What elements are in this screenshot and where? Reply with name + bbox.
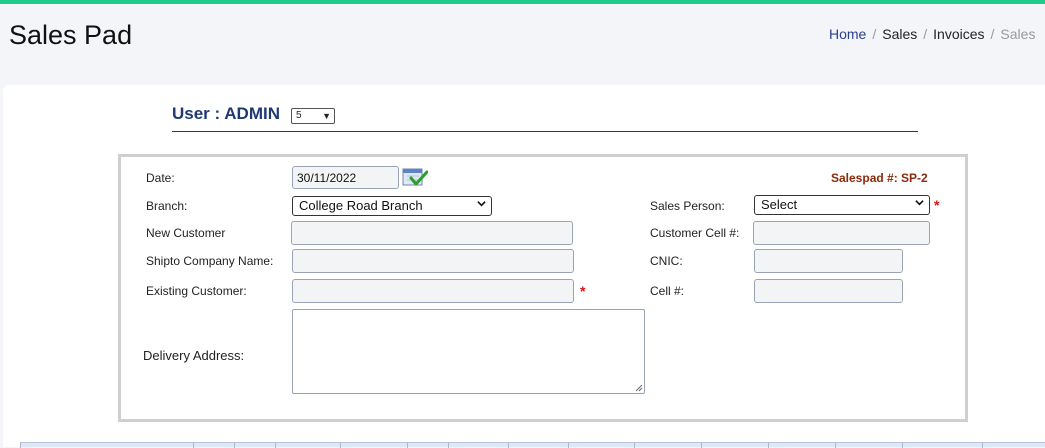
items-table-header	[20, 442, 1045, 448]
table-column-divider	[634, 443, 635, 448]
resize-grip-icon[interactable]	[635, 384, 643, 392]
new-customer-input[interactable]	[291, 221, 573, 245]
customer-cell-label: Customer Cell #:	[650, 226, 740, 240]
table-column-divider	[902, 443, 903, 448]
breadcrumb-separator: /	[990, 26, 995, 42]
table-column-divider	[234, 443, 235, 448]
required-mark: *	[934, 197, 940, 213]
table-column-divider	[768, 443, 769, 448]
breadcrumb-separator: /	[872, 26, 877, 42]
table-column-divider	[407, 443, 408, 448]
customer-cell-input[interactable]	[753, 221, 930, 245]
user-count-select[interactable]: 5 ▼	[291, 108, 335, 124]
cnic-input[interactable]	[754, 249, 903, 273]
table-column-divider	[508, 443, 509, 448]
table-column-divider	[20, 443, 21, 448]
cnic-label: CNIC:	[650, 254, 683, 268]
sales-person-select[interactable]: Select	[754, 195, 930, 215]
user-label: User : ADMIN	[172, 104, 280, 123]
branch-label: Branch:	[146, 199, 188, 213]
shipto-company-input[interactable]	[292, 249, 574, 273]
branch-select[interactable]: College Road Branch	[292, 196, 492, 216]
table-column-divider	[982, 443, 983, 448]
table-column-divider	[568, 443, 569, 448]
table-column-divider	[448, 443, 449, 448]
user-header: User : ADMIN 5 ▼	[172, 104, 918, 132]
chevron-down-icon	[477, 201, 486, 207]
breadcrumb-sales[interactable]: Sales	[882, 26, 917, 42]
cell-label: Cell #:	[650, 284, 685, 298]
chevron-down-icon: ▼	[322, 111, 331, 121]
top-accent-bar	[0, 0, 1045, 4]
table-column-divider	[835, 443, 836, 448]
calendar-check-icon[interactable]	[402, 166, 428, 188]
sales-person-label: Sales Person:	[650, 199, 725, 213]
table-column-divider	[701, 443, 702, 448]
salespad-number: Salespad #: SP-2	[831, 171, 928, 185]
table-column-divider	[193, 443, 194, 448]
branch-value: College Road Branch	[299, 198, 423, 213]
date-label: Date:	[146, 171, 175, 185]
chevron-down-icon	[915, 200, 924, 206]
new-customer-label: New Customer	[146, 226, 226, 240]
cell-input[interactable]	[754, 279, 903, 303]
table-column-divider	[275, 443, 276, 448]
shipto-company-label: Shipto Company Name:	[146, 254, 274, 268]
existing-customer-label: Existing Customer:	[146, 284, 247, 298]
delivery-address-textarea[interactable]	[292, 309, 645, 394]
page-title: Sales Pad	[9, 20, 133, 50]
table-column-divider	[340, 443, 341, 448]
user-count-value: 5	[296, 110, 302, 121]
breadcrumb-invoices[interactable]: Invoices	[933, 26, 984, 42]
required-mark: *	[580, 283, 586, 299]
sales-person-value: Select	[761, 197, 798, 212]
existing-customer-input[interactable]	[292, 279, 574, 303]
breadcrumb-current: Sales	[1000, 26, 1036, 42]
delivery-address-label: Delivery Address:	[143, 348, 245, 363]
date-input[interactable]: 30/11/2022	[292, 166, 399, 189]
breadcrumb-separator: /	[923, 26, 928, 42]
breadcrumb-home[interactable]: Home	[829, 26, 866, 42]
breadcrumb: Home / Sales / Invoices / Sales	[829, 26, 1035, 42]
